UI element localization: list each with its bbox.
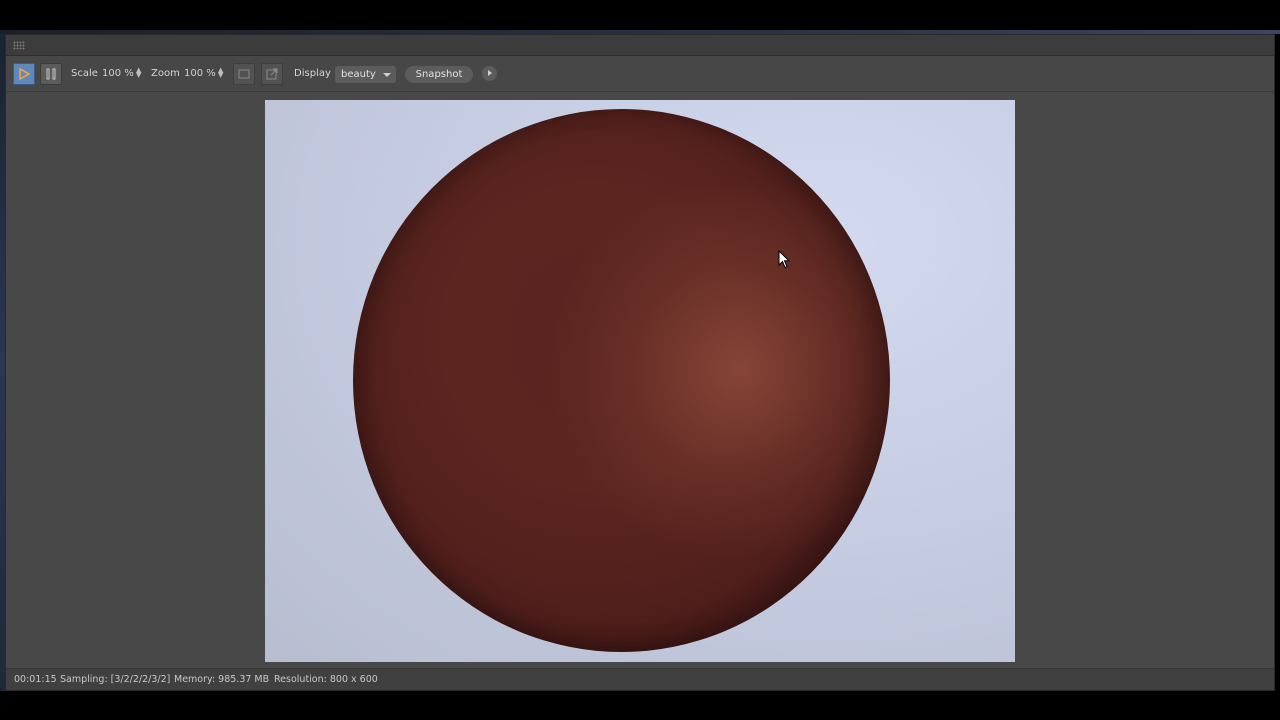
- rendered-sphere-image: [353, 109, 890, 652]
- status-bar: 00:01:15 Sampling: [3/2/2/2/3/2] Memory:…: [6, 668, 1274, 690]
- render-view-window: Scale 100 % ▲ ▼ Zoom 100 % ▲ ▼ Display bea…: [5, 34, 1275, 691]
- render-toolbar: Scale 100 % ▲ ▼ Zoom 100 % ▲ ▼ Display bea…: [6, 56, 1274, 92]
- memory-status: Memory: 985.37 MB: [174, 674, 270, 685]
- scale-label: Scale: [71, 68, 98, 79]
- resolution-status: Resolution: 800 x 600: [274, 674, 378, 685]
- crop-icon: [266, 68, 278, 80]
- play-icon: [19, 68, 30, 80]
- display-label: Display: [294, 68, 331, 79]
- app-root: Scale 100 % ▲ ▼ Zoom 100 % ▲ ▼ Display bea…: [0, 0, 1280, 720]
- pause-render-button[interactable]: [40, 63, 62, 85]
- crop-button[interactable]: [261, 63, 283, 85]
- mouse-pointer-icon: [778, 250, 790, 269]
- zoom-input[interactable]: 100 %: [184, 66, 216, 82]
- drag-grip-icon[interactable]: [13, 41, 25, 50]
- desktop-top-bar: [0, 0, 1280, 30]
- region-icon: [238, 69, 250, 79]
- display-dropdown-value: beauty: [341, 69, 376, 80]
- render-time: 00:01:15: [14, 674, 57, 685]
- zoom-label: Zoom: [151, 68, 180, 79]
- scale-input[interactable]: 100 %: [102, 66, 134, 82]
- more-options-button[interactable]: [482, 66, 497, 81]
- scale-stepper-icon[interactable]: ▲ ▼: [136, 67, 141, 79]
- chevron-down-icon: [383, 73, 391, 77]
- window-header-strip: [6, 35, 1274, 56]
- display-dropdown[interactable]: beauty: [335, 66, 396, 83]
- start-render-button[interactable]: [13, 63, 35, 85]
- snapshot-button[interactable]: Snapshot: [405, 66, 473, 83]
- zoom-stepper-icon[interactable]: ▲ ▼: [218, 67, 223, 79]
- pause-icon: [46, 68, 56, 80]
- sampling-status: Sampling: [3/2/2/2/3/2]: [60, 674, 171, 685]
- render-viewport[interactable]: [265, 100, 1015, 662]
- region-render-button[interactable]: [233, 63, 255, 85]
